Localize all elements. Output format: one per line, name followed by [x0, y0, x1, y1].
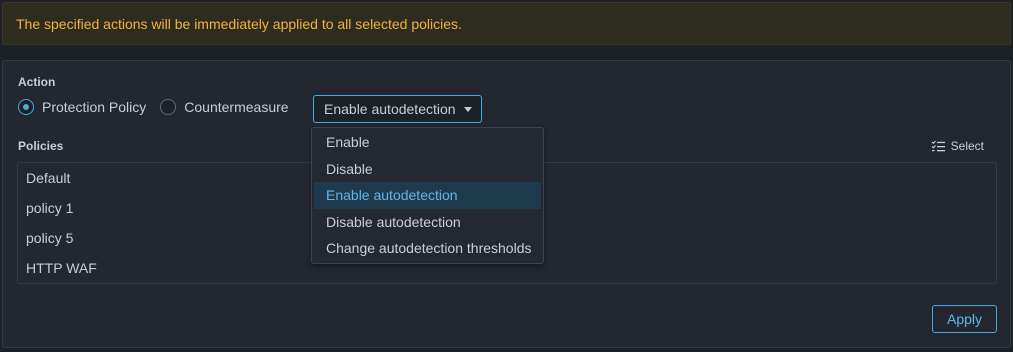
- action-dropdown[interactable]: Enable autodetection: [313, 95, 482, 123]
- radio-checked-icon[interactable]: [18, 99, 34, 115]
- radio-countermeasure-label: Countermeasure: [184, 99, 289, 115]
- action-dropdown-menu: Enable Disable Enable autodetection Disa…: [311, 127, 544, 264]
- action-radio-group: Protection Policy Countermeasure: [18, 99, 303, 115]
- action-label: Action: [18, 75, 56, 89]
- dropdown-selected-value: Enable autodetection: [324, 101, 456, 117]
- radio-protection-policy-label: Protection Policy: [42, 99, 147, 115]
- menu-item-enable[interactable]: Enable: [314, 129, 541, 156]
- policies-label: Policies: [18, 139, 64, 153]
- caret-down-icon: [463, 106, 472, 112]
- radio-protection-policy[interactable]: Protection Policy: [18, 99, 146, 115]
- select-button-label: Select: [950, 139, 984, 153]
- select-button[interactable]: Select: [931, 139, 984, 153]
- apply-button[interactable]: Apply: [932, 305, 997, 333]
- warning-banner: The specified actions will be immediatel…: [2, 2, 1011, 45]
- warning-text: The specified actions will be immediatel…: [16, 15, 462, 32]
- menu-item-change-thresholds[interactable]: Change autodetection thresholds: [314, 235, 541, 262]
- menu-item-enable-autodetection[interactable]: Enable autodetection: [314, 182, 541, 209]
- checklist-icon: [931, 140, 945, 152]
- radio-countermeasure[interactable]: Countermeasure: [160, 99, 289, 115]
- menu-item-disable-autodetection[interactable]: Disable autodetection: [314, 209, 541, 236]
- radio-unchecked-icon[interactable]: [160, 99, 177, 115]
- menu-item-disable[interactable]: Disable: [314, 156, 541, 183]
